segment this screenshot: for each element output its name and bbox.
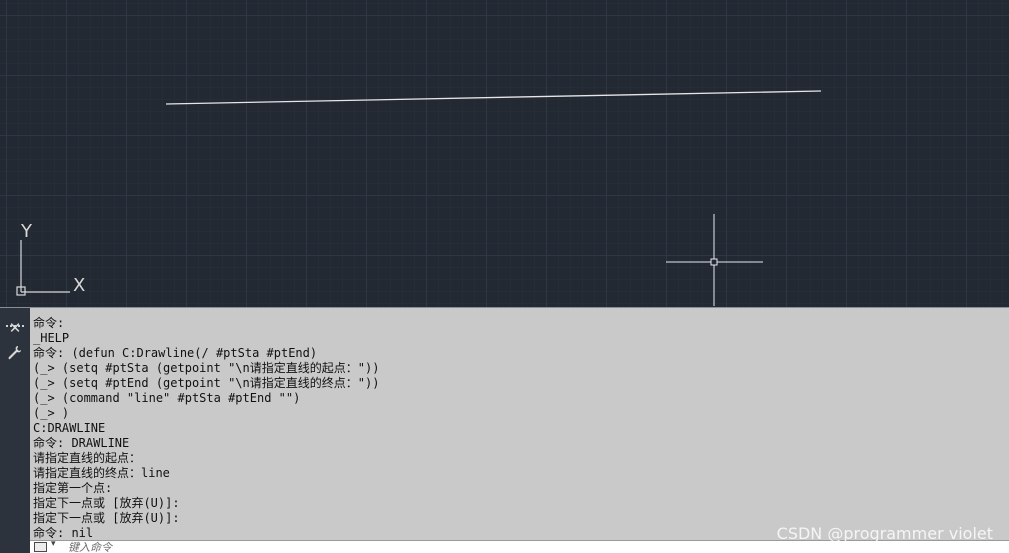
- command-history-line: 指定第一个点:: [33, 481, 113, 495]
- command-history-line: 命令: nil: [33, 526, 94, 540]
- crosshair-cursor: [666, 214, 763, 306]
- command-history-line: _HELP: [33, 331, 70, 345]
- command-history-line: 命令: DRAWLINE: [33, 436, 130, 450]
- ucs-x-label: X: [73, 275, 85, 296]
- autocad-window: Y X ✕ 命令: _HELP 命令: (defun C:Drawline(/ #p…: [0, 0, 1009, 553]
- crosshair-pickbox: [710, 258, 718, 266]
- command-history-line: 指定下一点或 [放弃(U)]:: [33, 496, 180, 510]
- command-history-line: (_> (command "line" #ptSta #ptEnd ""): [33, 391, 301, 405]
- ucs-icon: Y X: [16, 221, 85, 296]
- command-history-line: (_> (setq #ptEnd (getpoint "\n请指定直线的终点："…: [33, 376, 380, 390]
- close-icon[interactable]: ✕: [0, 320, 30, 336]
- command-line-panel: ✕ 命令: _HELP 命令: (defun C:Drawline(/ #ptSta…: [0, 307, 1009, 553]
- command-history-line: 指定下一点或 [放弃(U)]:: [33, 511, 180, 525]
- command-panel-toolbar: ✕: [0, 308, 30, 553]
- command-history: 命令: _HELP 命令: (defun C:Drawline(/ #ptSta #…: [33, 316, 1009, 540]
- wrench-icon[interactable]: [0, 344, 30, 362]
- command-history-line: 请指定直线的起点：: [33, 451, 142, 465]
- drawing-svg: Y X: [16, 90, 822, 306]
- command-history-line: (_> ): [33, 406, 70, 420]
- command-input[interactable]: [68, 541, 768, 553]
- drawn-line[interactable]: [165, 90, 822, 105]
- command-input-bar: ▾: [30, 540, 1009, 553]
- command-history-line: C:DRAWLINE: [33, 421, 106, 435]
- command-history-line: 命令:: [33, 316, 65, 330]
- command-history-line: 请指定直线的终点：line: [33, 466, 170, 480]
- chevron-down-icon[interactable]: ▾: [51, 541, 56, 549]
- drawing-canvas[interactable]: Y X: [0, 0, 1009, 307]
- command-history-line: (_> (setq #ptSta (getpoint "\n请指定直线的起点："…: [33, 361, 380, 375]
- command-history-line: 命令: (defun C:Drawline(/ #ptSta #ptEnd): [33, 346, 318, 360]
- command-prompt-icon[interactable]: [34, 542, 47, 552]
- ucs-y-label: Y: [20, 221, 33, 242]
